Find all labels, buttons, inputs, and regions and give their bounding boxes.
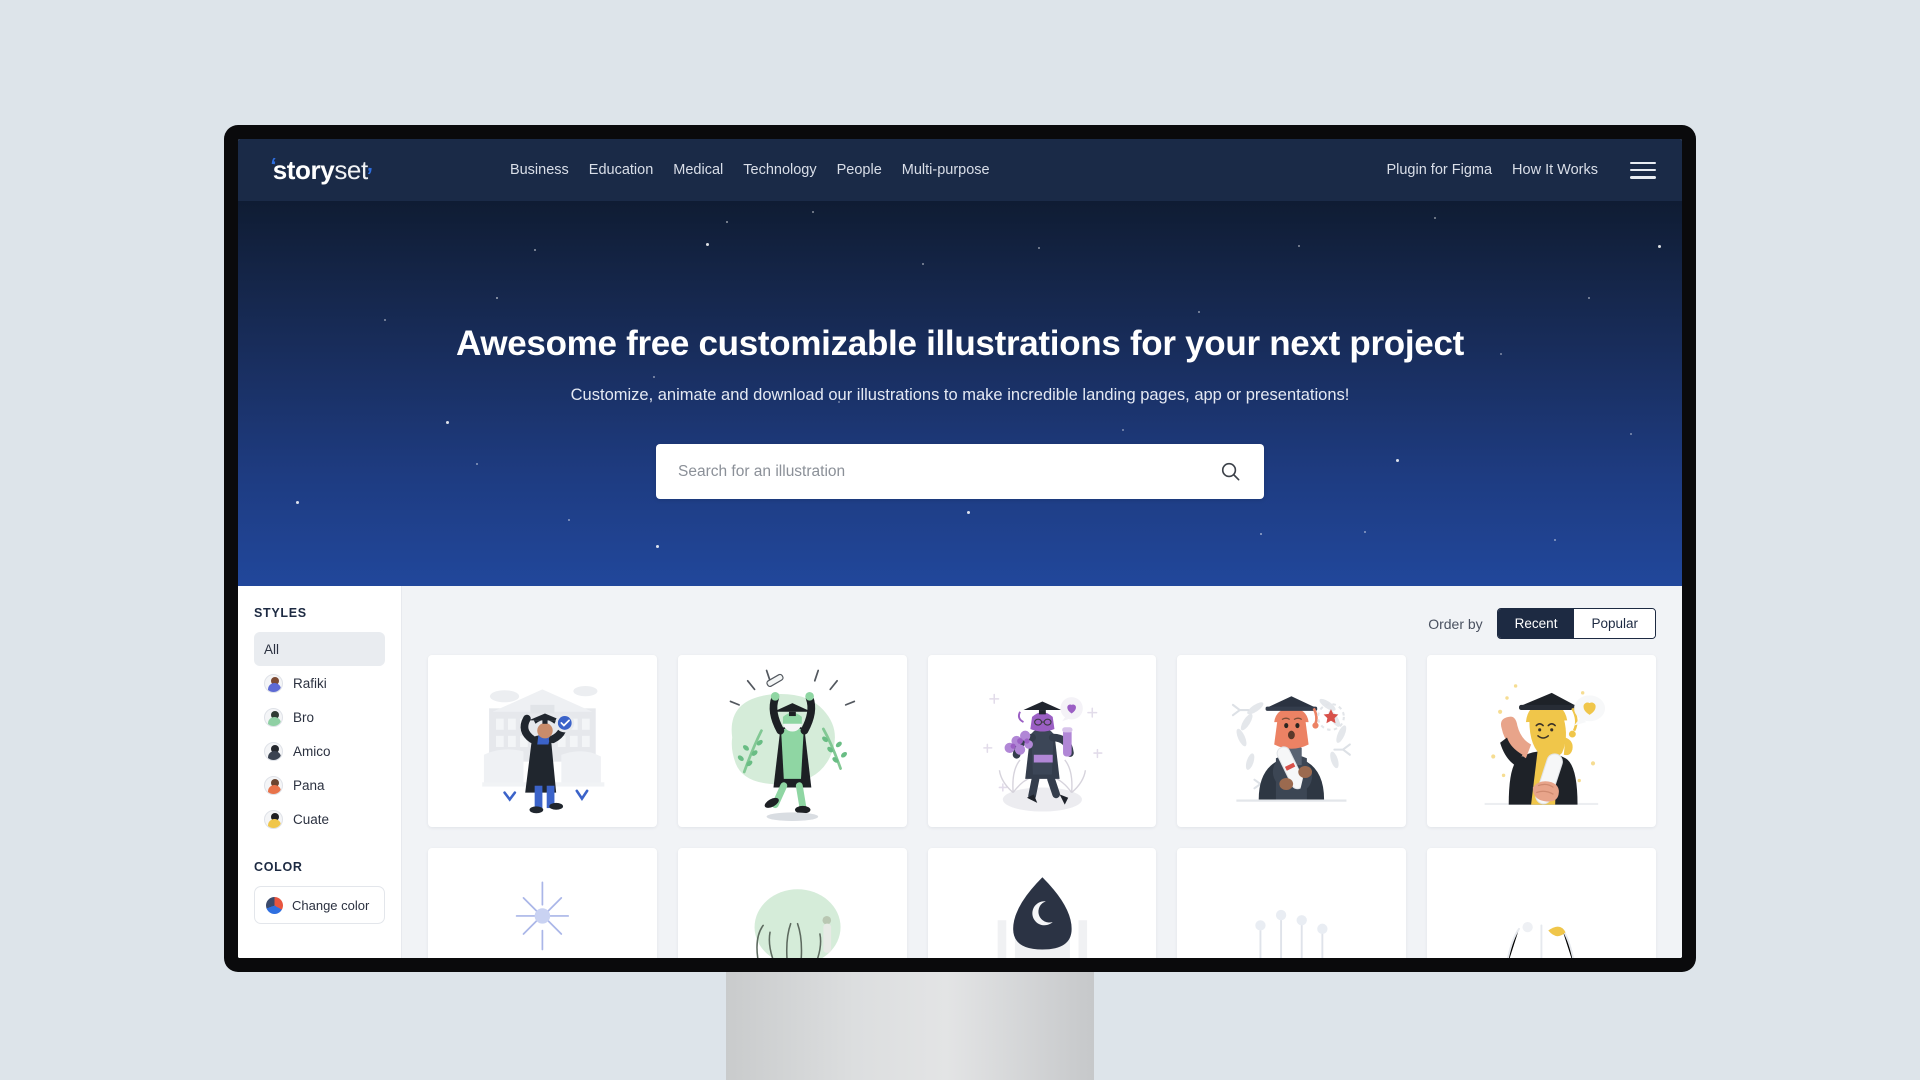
illustration-card[interactable] (677, 655, 907, 827)
style-item-label: Rafiki (293, 675, 327, 691)
order-option-popular[interactable]: Popular (1574, 609, 1655, 638)
nav-item-business[interactable]: Business (510, 162, 569, 178)
nav-item-people[interactable]: People (837, 162, 882, 178)
style-item-bro[interactable]: Bro (254, 700, 385, 734)
style-item-all[interactable]: All (254, 632, 385, 666)
search-input[interactable] (678, 462, 1219, 481)
style-item-label: Amico (293, 743, 331, 759)
hamburger-menu-icon[interactable] (1629, 161, 1656, 179)
secondary-nav: Plugin for Figma How It Works (1386, 161, 1656, 179)
illustration-card[interactable] (927, 848, 1157, 958)
illustration-card[interactable] (1177, 655, 1407, 827)
nav-item-medical[interactable]: Medical (673, 162, 723, 178)
illustration-graduation-green-jumping (729, 669, 855, 821)
style-item-cuate[interactable]: Cuate (254, 802, 385, 836)
style-item-pana[interactable]: Pana (254, 768, 385, 802)
main-nav: Business Education Medical Technology Pe… (510, 162, 990, 178)
illustration-graduation-dark-mosque-row2 (997, 877, 1087, 958)
hero-title: Awesome free customizable illustrations … (456, 324, 1464, 363)
illustration-card[interactable] (428, 655, 657, 827)
style-item-label: Cuate (293, 811, 330, 827)
illustration-card[interactable] (677, 848, 907, 958)
illustration-card[interactable] (428, 848, 657, 958)
style-item-rafiki[interactable]: Rafiki (254, 666, 385, 700)
illustration-grid-panel: Order by Recent Popular (402, 586, 1682, 958)
search-icon[interactable] (1219, 460, 1242, 483)
nav-item-technology[interactable]: Technology (743, 162, 816, 178)
monitor-screen: ‘ story set ’ Business Education Medical… (238, 139, 1682, 958)
illustration-card[interactable] (1427, 848, 1656, 958)
illustration-graduation-blue-sparkles-row2 (515, 881, 570, 951)
style-avatar-icon (264, 809, 283, 829)
hero-section: Awesome free customizable illustrations … (238, 201, 1682, 586)
nav-item-education[interactable]: Education (589, 162, 654, 178)
color-section: COLOR Change color (254, 860, 385, 924)
illustration-graduation-yellow-row2 (1507, 921, 1575, 958)
styles-sidebar: STYLES All Rafiki Bro Amico Pana Cuate C… (238, 586, 402, 958)
search-bar[interactable] (656, 444, 1264, 499)
illustration-graduation-purple-flowers (982, 693, 1103, 812)
illustration-graduation-green-fireworks-row2 (754, 889, 841, 958)
order-bar: Order by Recent Popular (428, 608, 1656, 639)
style-item-label: Bro (293, 709, 315, 725)
illustration-card[interactable] (927, 655, 1157, 827)
illustration-grid (428, 655, 1656, 958)
style-item-label: All (264, 641, 280, 657)
illustration-graduation-coral-diploma (1232, 696, 1352, 802)
logo-text-story: story (272, 154, 335, 185)
order-by-label: Order by (1428, 615, 1483, 632)
color-heading: COLOR (254, 860, 303, 874)
styles-list: All Rafiki Bro Amico Pana Cuate (254, 632, 385, 836)
site-header: ‘ story set ’ Business Education Medical… (238, 139, 1682, 201)
monitor-mockup: ‘ story set ’ Business Education Medical… (224, 125, 1696, 1080)
hero-subtitle: Customize, animate and download our illu… (570, 386, 1350, 404)
illustration-graduation-blue-university (482, 685, 605, 814)
style-item-amico[interactable]: Amico (254, 734, 385, 768)
style-avatar-icon (264, 775, 283, 795)
order-toggle: Recent Popular (1496, 608, 1656, 639)
order-option-recent[interactable]: Recent (1497, 609, 1575, 638)
change-color-button[interactable]: Change color (254, 886, 385, 924)
illustration-graduation-light-row2 (1255, 909, 1328, 958)
change-color-label: Change color (292, 897, 370, 913)
brand-logo[interactable]: ‘ story set ’ (268, 152, 373, 188)
nav-item-how-it-works[interactable]: How It Works (1512, 162, 1598, 178)
nav-item-plugin-for-figma[interactable]: Plugin for Figma (1386, 162, 1492, 178)
style-item-label: Pana (293, 777, 325, 793)
style-avatar-icon (264, 741, 283, 761)
color-wheel-icon (266, 896, 283, 914)
illustration-card[interactable] (1177, 848, 1407, 958)
nav-item-multi-purpose[interactable]: Multi-purpose (902, 162, 990, 178)
logo-text-set: set (334, 154, 368, 185)
illustration-card[interactable] (1427, 655, 1656, 827)
monitor-stand-neck (726, 972, 1094, 1080)
illustration-graduation-yellow-selfie (1484, 684, 1606, 805)
style-avatar-icon (264, 673, 283, 693)
style-avatar-icon (264, 707, 283, 727)
content-area: STYLES All Rafiki Bro Amico Pana Cuate C… (238, 586, 1682, 958)
styles-heading: STYLES (254, 606, 307, 620)
